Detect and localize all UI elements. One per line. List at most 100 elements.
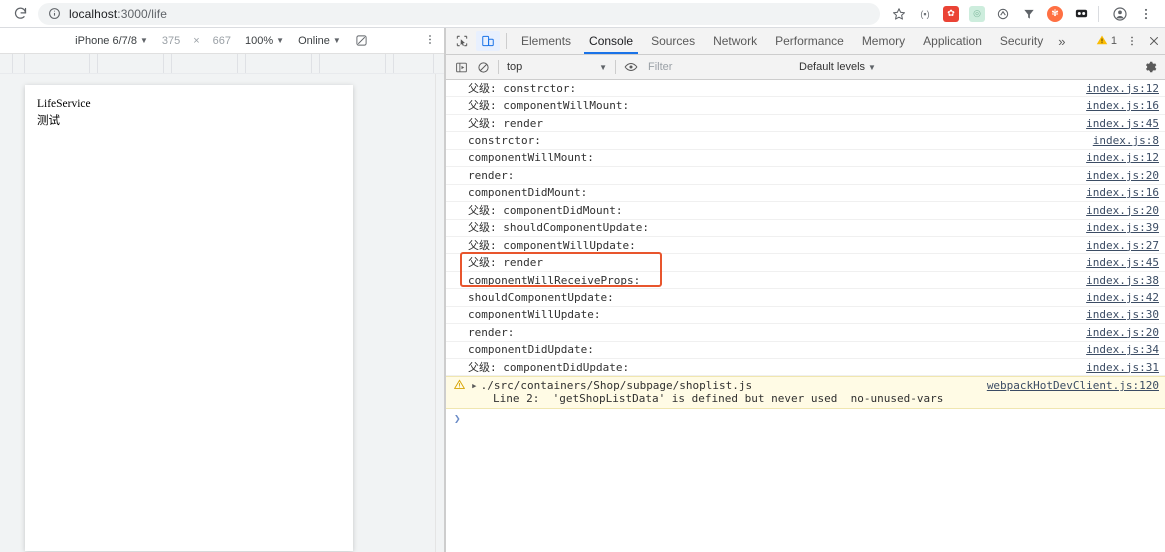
console-message-row[interactable]: 父级: shouldComponentUpdate: index.js:39 <box>446 220 1165 237</box>
tab-security[interactable]: Security <box>991 28 1052 54</box>
devtools-more-options-icon[interactable] <box>1121 28 1143 54</box>
console-message-row[interactable]: 父级: constrctor: index.js:12 <box>446 80 1165 98</box>
console-message-list[interactable]: 父级: constrctor: index.js:12 父级: componentW… <box>446 80 1165 552</box>
device-pane-scrollbar[interactable] <box>435 74 444 552</box>
reload-icon[interactable] <box>8 2 32 26</box>
throttling-value: Online <box>298 34 330 47</box>
chrome-menu-icon[interactable] <box>1135 3 1157 25</box>
console-source-link[interactable]: index.js:16 <box>1086 97 1165 114</box>
console-settings-icon[interactable] <box>1139 60 1161 74</box>
browser-toolbar: localhost:3000/life (▪) ✿ ◎ ✾ <box>0 0 1165 28</box>
extension-icon-2[interactable]: ✿ <box>940 3 962 25</box>
profile-avatar-icon[interactable] <box>1109 3 1131 25</box>
console-message-row[interactable]: 父级: render index.js:45 <box>446 115 1165 133</box>
device-more-options-icon[interactable] <box>424 33 436 48</box>
tab-label: Network <box>713 34 758 48</box>
console-source-link[interactable]: index.js:20 <box>1086 167 1165 184</box>
close-devtools-icon[interactable] <box>1143 28 1165 54</box>
more-tabs-chevron-icon[interactable]: » <box>1052 28 1071 54</box>
device-name: iPhone 6/7/8 <box>75 34 137 47</box>
console-message-row[interactable]: 父级: componentDidUpdate: index.js:31 <box>446 359 1165 377</box>
tab-memory[interactable]: Memory <box>853 28 914 54</box>
console-source-link[interactable]: index.js:27 <box>1086 237 1165 254</box>
tab-label: Elements <box>521 34 572 48</box>
console-message-row[interactable]: shouldComponentUpdate: index.js:42 <box>446 289 1165 307</box>
console-message-text: 父级: render <box>468 116 543 130</box>
warning-triangle-icon <box>1096 34 1108 49</box>
expand-arrow-icon[interactable]: ▸ <box>471 379 478 392</box>
tab-sources[interactable]: Sources <box>642 28 704 54</box>
emulated-viewport[interactable]: LifeService 测试 <box>25 85 353 551</box>
console-message-row[interactable]: componentDidUpdate: index.js:34 <box>446 342 1165 359</box>
console-source-link[interactable]: index.js:8 <box>1093 132 1165 149</box>
info-circle-icon[interactable] <box>47 7 61 21</box>
tab-network[interactable]: Network <box>704 28 766 54</box>
extension-icon-1[interactable]: (▪) <box>914 3 936 25</box>
console-warning-message[interactable]: ▸ ./src/containers/Shop/subpage/shoplist… <box>446 376 1165 410</box>
extension-icon-7[interactable] <box>1070 3 1092 25</box>
tab-console[interactable]: Console <box>580 28 642 54</box>
extension-icon-3[interactable]: ◎ <box>966 3 988 25</box>
clear-console-icon[interactable] <box>472 61 494 74</box>
chevron-down-icon: ▼ <box>599 62 607 72</box>
log-levels-selector[interactable]: Default levels ▼ <box>799 61 876 73</box>
address-bar[interactable]: localhost:3000/life <box>38 2 880 25</box>
console-message-row[interactable]: componentWillMount: index.js:12 <box>446 149 1165 168</box>
tab-performance[interactable]: Performance <box>766 28 853 54</box>
console-message-row[interactable]: componentWillReceiveProps: index.js:38 <box>446 272 1165 290</box>
console-message-text: componentWillReceiveProps: <box>468 273 641 287</box>
console-message-row[interactable]: 父级: componentWillUpdate: index.js:27 <box>446 237 1165 255</box>
console-source-link[interactable]: index.js:30 <box>1086 306 1165 323</box>
console-source-link[interactable]: index.js:31 <box>1086 359 1165 376</box>
tab-label: Sources <box>651 34 696 48</box>
device-toolbar: iPhone 6/7/8 ▼ 375 × 667 100% ▼ Online ▼ <box>0 28 444 54</box>
console-source-link[interactable]: index.js:20 <box>1086 324 1165 341</box>
console-source-link[interactable]: index.js:34 <box>1086 341 1165 358</box>
console-source-link[interactable]: index.js:39 <box>1086 219 1165 236</box>
console-message-row[interactable]: 父级: render index.js:45 <box>446 254 1165 272</box>
console-message-row[interactable]: 父级: componentWillMount: index.js:16 <box>446 97 1165 115</box>
throttling-selector[interactable]: Online ▼ <box>298 35 341 47</box>
bookmark-star-icon[interactable] <box>888 3 910 25</box>
console-sidebar-icon[interactable] <box>450 61 472 74</box>
console-message-row[interactable]: render: index.js:20 <box>446 324 1165 342</box>
warning-count-text: 1 <box>1110 35 1117 47</box>
inspect-element-icon[interactable] <box>449 28 475 54</box>
console-source-link[interactable]: index.js:12 <box>1086 80 1165 97</box>
toggle-device-toolbar-icon[interactable] <box>476 31 500 51</box>
tab-application[interactable]: Application <box>914 28 991 54</box>
device-selector[interactable]: iPhone 6/7/8 ▼ <box>75 35 148 47</box>
viewport-width-input[interactable]: 375 <box>162 35 180 47</box>
tab-elements[interactable]: Elements <box>512 28 580 54</box>
console-message-row[interactable]: componentDidMount: index.js:16 <box>446 184 1165 203</box>
chevron-down-icon: ▼ <box>139 36 148 45</box>
console-message-row[interactable]: componentWillUpdate: index.js:30 <box>446 306 1165 325</box>
console-source-link[interactable]: index.js:12 <box>1086 149 1165 166</box>
console-source-link[interactable]: index.js:16 <box>1086 184 1165 201</box>
console-source-link[interactable]: index.js:38 <box>1086 272 1165 289</box>
console-prompt[interactable]: ❯ <box>446 409 1165 427</box>
console-source-link[interactable]: index.js:42 <box>1086 289 1165 306</box>
tab-label: Application <box>923 34 982 48</box>
console-message-row[interactable]: render: index.js:20 <box>446 167 1165 185</box>
extension-icon-4[interactable] <box>992 3 1014 25</box>
console-message-row[interactable]: constrctor: index.js:8 <box>446 132 1165 150</box>
chevron-down-icon: ▼ <box>868 62 876 72</box>
tab-label: Console <box>589 34 634 48</box>
viewport-height-input[interactable]: 667 <box>213 35 231 47</box>
execution-context-selector[interactable]: top ▼ <box>503 61 611 73</box>
console-source-link[interactable]: index.js:45 <box>1086 115 1165 132</box>
main-split: iPhone 6/7/8 ▼ 375 × 667 100% ▼ Online ▼ <box>0 28 1165 552</box>
rotate-device-icon[interactable] <box>355 34 369 48</box>
zoom-selector[interactable]: 100% ▼ <box>245 35 284 47</box>
warning-source-link[interactable]: webpackHotDevClient.js:120 <box>987 379 1165 392</box>
console-filter-input[interactable]: Filter <box>642 61 797 73</box>
live-expression-icon[interactable] <box>620 60 642 74</box>
extension-icon-5[interactable] <box>1018 3 1040 25</box>
console-message-text: componentDidUpdate: <box>468 343 594 357</box>
console-message-row[interactable]: 父级: componentDidMount: index.js:20 <box>446 202 1165 220</box>
console-source-link[interactable]: index.js:20 <box>1086 202 1165 219</box>
console-source-link[interactable]: index.js:45 <box>1086 254 1165 271</box>
warning-count-badge[interactable]: 1 <box>1092 28 1121 54</box>
extension-icon-6[interactable]: ✾ <box>1044 3 1066 25</box>
